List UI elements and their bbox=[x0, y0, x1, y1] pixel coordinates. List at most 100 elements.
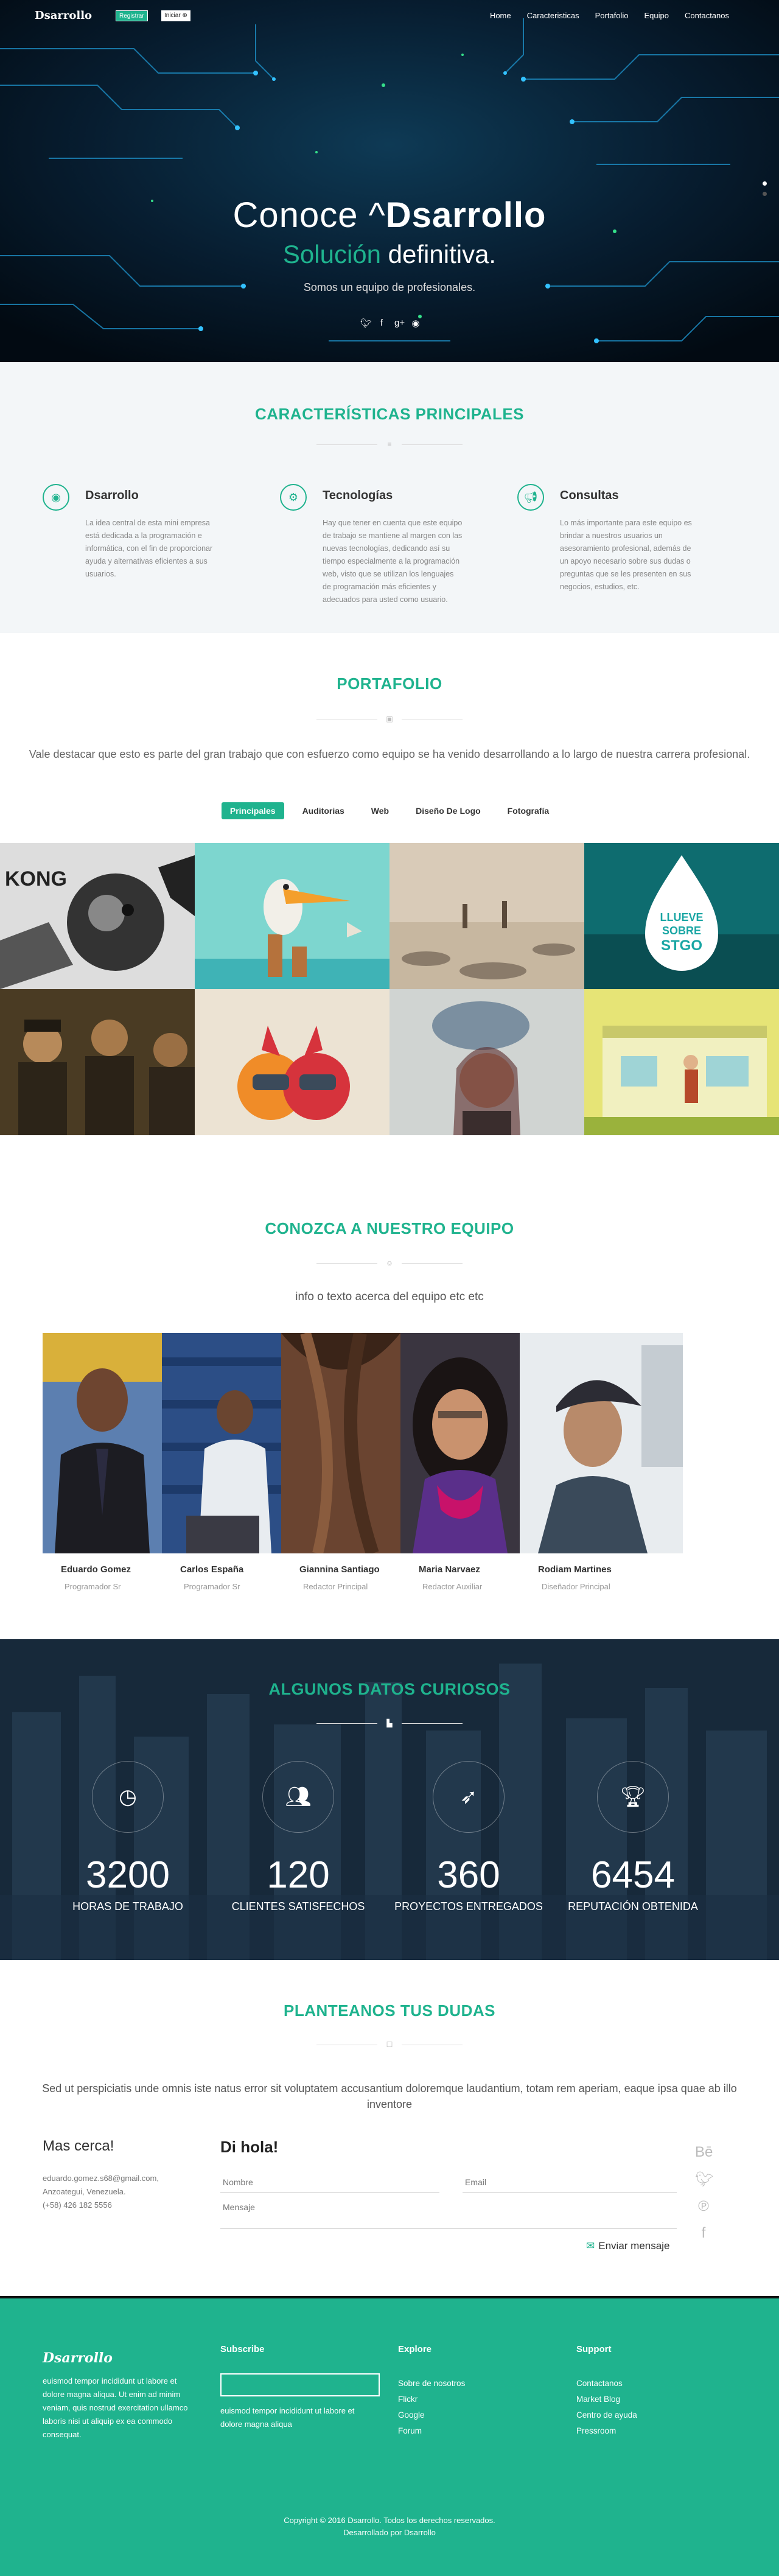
stat-hours: ◷ 3200 HORAS DE TRABAJO bbox=[49, 1761, 207, 1913]
name-field[interactable] bbox=[220, 2172, 439, 2193]
rocket-icon: ➶ bbox=[433, 1761, 505, 1833]
contact-title: PLANTEANOS TUS DUDAS bbox=[283, 2001, 495, 2020]
main-menu: Home Caracteristicas Portafolio Equipo C… bbox=[490, 11, 729, 20]
twitter-icon[interactable]: 🐦︎ bbox=[360, 318, 372, 329]
stat-number: 120 bbox=[267, 1854, 330, 1896]
footer-link[interactable]: Pressroom bbox=[576, 2426, 637, 2435]
filter-fotografia[interactable]: Fotografía bbox=[499, 802, 557, 819]
member-name: Carlos España bbox=[180, 1564, 244, 1575]
footer-link[interactable]: Centro de ayuda bbox=[576, 2410, 637, 2420]
behance-icon[interactable]: Bē bbox=[695, 2144, 713, 2161]
menu-item-caracteristicas[interactable]: Caracteristicas bbox=[527, 11, 579, 20]
portfolio-item-llueve[interactable]: LLUEVE SOBRE STGO bbox=[584, 843, 779, 989]
feature-text: La idea central de esta mini empresa est… bbox=[85, 519, 213, 578]
menu-item-home[interactable]: Home bbox=[490, 11, 511, 20]
trophy-icon: 🏆︎ bbox=[597, 1761, 669, 1833]
filter-diseno-logo[interactable]: Diseño De Logo bbox=[407, 802, 489, 819]
tech-icon: ⚙ bbox=[280, 484, 307, 511]
message-field[interactable] bbox=[220, 2197, 677, 2229]
clock-icon: ◷ bbox=[92, 1761, 164, 1833]
slider-dot-2[interactable] bbox=[763, 192, 767, 196]
portfolio-item-beach[interactable] bbox=[390, 843, 584, 989]
footer-link[interactable]: Sobre de nosotros bbox=[398, 2379, 465, 2388]
footer-link[interactable]: Contactanos bbox=[576, 2379, 637, 2388]
stat-projects: ➶ 360 PROYECTOS ENTREGADOS bbox=[390, 1761, 548, 1913]
avatar bbox=[281, 1333, 400, 1553]
team-title: CONOZCA A NUESTRO EQUIPO bbox=[265, 1219, 514, 1237]
portfolio-item-house[interactable] bbox=[584, 989, 779, 1135]
portfolio-item-soldiers[interactable] bbox=[0, 989, 195, 1135]
section-divider: ☺ bbox=[316, 1259, 463, 1267]
feature-title: Tecnologías bbox=[323, 489, 393, 502]
contact-phone: (+58) 426 182 5556 bbox=[43, 2200, 112, 2210]
section-divider: ≡ bbox=[316, 440, 463, 449]
team-member[interactable]: Eduardo Gomez Programador Sr bbox=[43, 1333, 162, 1591]
brand-logo[interactable]: Dsarrollo bbox=[35, 9, 92, 22]
explore-heading: Explore bbox=[398, 2344, 432, 2354]
github-icon[interactable]: ◉ bbox=[411, 318, 420, 329]
section-divider: ▙ bbox=[316, 1719, 463, 1727]
footer: Dsarrollo euismod tempor incididunt ut l… bbox=[0, 2296, 779, 2576]
google-plus-icon[interactable]: g+ bbox=[394, 318, 405, 329]
menu-item-equipo[interactable]: Equipo bbox=[645, 11, 669, 20]
slider-dot-1[interactable] bbox=[763, 181, 767, 186]
email-field[interactable] bbox=[463, 2172, 677, 2193]
users-icon: 👥︎ bbox=[262, 1761, 334, 1833]
menu-item-portafolio[interactable]: Portafolio bbox=[595, 11, 629, 20]
section-divider: ☐ bbox=[316, 2040, 463, 2049]
team-member[interactable]: Maria Narvaez Redactor Auxiliar bbox=[400, 1333, 520, 1591]
support-links: Contactanos Market Blog Centro de ayuda … bbox=[576, 2379, 637, 2435]
register-button[interactable]: Registrar bbox=[116, 10, 148, 21]
contact-email[interactable]: eduardo.gomez.s68@gmail.com, bbox=[43, 2172, 159, 2185]
footer-brand[interactable]: Dsarrollo bbox=[43, 2350, 113, 2366]
portfolio-item-portrait[interactable] bbox=[390, 989, 584, 1135]
copyright-text: Copyright © 2016 Dsarrollo. Todos los de… bbox=[284, 2516, 495, 2525]
footer-link[interactable]: Market Blog bbox=[576, 2395, 637, 2404]
stat-label: PROYECTOS ENTREGADOS bbox=[394, 1900, 543, 1913]
chat-icon: ☐ bbox=[386, 2040, 393, 2049]
stat-clients: 👥︎ 120 CLIENTES SATISFECHOS bbox=[219, 1761, 377, 1913]
menu-item-contactanos[interactable]: Contactanos bbox=[685, 11, 729, 20]
member-name: Eduardo Gomez bbox=[61, 1564, 131, 1575]
footer-link[interactable]: Google bbox=[398, 2410, 465, 2420]
filter-auditorias[interactable]: Auditorias bbox=[294, 802, 353, 819]
subscribe-heading: Subscribe bbox=[220, 2344, 265, 2354]
facebook-icon[interactable]: f bbox=[377, 318, 386, 329]
member-role: Programador Sr bbox=[65, 1582, 121, 1591]
avatar bbox=[43, 1333, 162, 1553]
camera-icon: ▣ bbox=[386, 715, 393, 723]
stat-label: CLIENTES SATISFECHOS bbox=[231, 1900, 365, 1913]
contact-info: eduardo.gomez.s68@gmail.com, Anzoategui,… bbox=[43, 2172, 159, 2212]
kong-text: KONG bbox=[5, 867, 67, 891]
feature-text: Lo más importante para este equipo es br… bbox=[560, 519, 692, 591]
features-title: CARACTERÍSTICAS PRINCIPALES bbox=[254, 405, 525, 423]
credits-text: Desarrollado por Dsarrollo bbox=[343, 2528, 436, 2537]
stat-number: 6454 bbox=[591, 1854, 675, 1896]
send-button[interactable]: ✉ Enviar mensaje bbox=[586, 2240, 669, 2252]
pinterest-icon[interactable]: ℗ bbox=[695, 2198, 712, 2215]
team-member[interactable]: Rodiam Martines Diseñador Principal bbox=[520, 1333, 683, 1591]
login-button[interactable]: Iniciar ⊕ bbox=[161, 10, 190, 21]
portfolio-item-monsters[interactable] bbox=[195, 989, 390, 1135]
team-member[interactable]: Giannina Santiago Redactor Principal bbox=[281, 1333, 400, 1591]
stats-title: ALGUNOS DATOS CURIOSOS bbox=[268, 1680, 511, 1698]
footer-link[interactable]: Flickr bbox=[398, 2395, 465, 2404]
filter-web[interactable]: Web bbox=[363, 802, 397, 819]
footer-link[interactable]: Forum bbox=[398, 2426, 465, 2435]
twitter-icon[interactable]: 🐦︎ bbox=[695, 2171, 713, 2188]
portfolio-filters: Principales Auditorias Web Diseño De Log… bbox=[0, 802, 779, 819]
svg-text:STGO: STGO bbox=[661, 937, 702, 954]
team-member[interactable]: Carlos España Programador Sr bbox=[162, 1333, 281, 1591]
filter-principales[interactable]: Principales bbox=[221, 802, 284, 819]
portfolio-item-pelican[interactable] bbox=[195, 843, 390, 989]
facebook-icon[interactable]: f bbox=[695, 2225, 712, 2242]
member-name: Maria Narvaez bbox=[419, 1564, 480, 1575]
member-role: Diseñador Principal bbox=[542, 1582, 610, 1591]
member-role: Redactor Principal bbox=[303, 1582, 368, 1591]
subscribe-input[interactable] bbox=[220, 2373, 380, 2396]
feature-title: Dsarrollo bbox=[85, 489, 139, 502]
portfolio-item-kong[interactable]: KONG bbox=[0, 843, 195, 989]
explore-links: Sobre de nosotros Flickr Google Forum bbox=[398, 2379, 465, 2435]
form-title: Di hola! bbox=[220, 2138, 279, 2156]
stat-label: HORAS DE TRABAJO bbox=[72, 1900, 183, 1913]
